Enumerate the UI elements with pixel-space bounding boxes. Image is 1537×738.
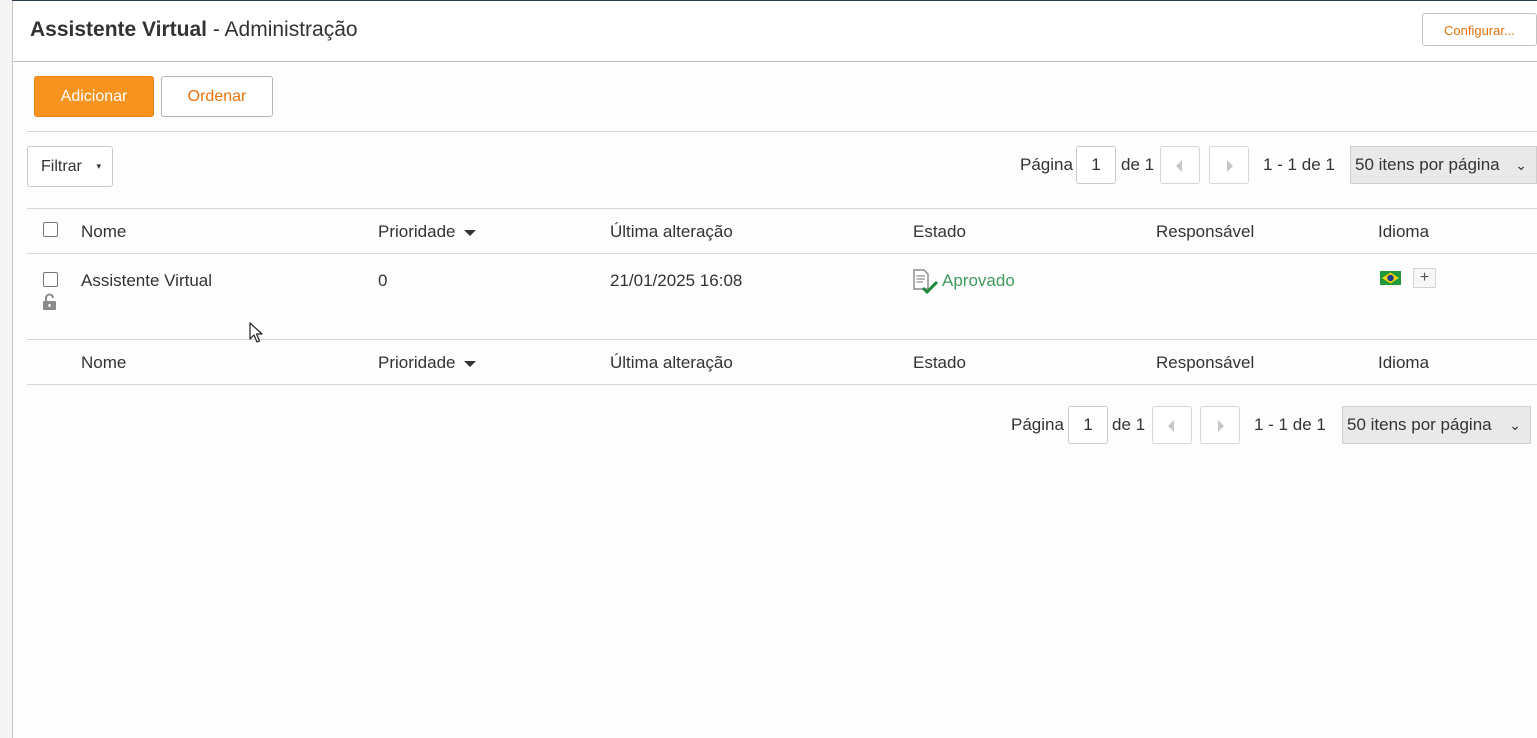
page-label: Página	[1011, 415, 1064, 434]
configure-button[interactable]: Configurar...	[1422, 13, 1537, 46]
page-title: Assistente Virtual - Administração	[30, 18, 358, 42]
table-bottom-border	[27, 384, 1537, 385]
range-label: 1 - 1 de 1	[1254, 415, 1326, 434]
footer-column-last-change[interactable]: Última alteração	[610, 353, 733, 373]
page-number-input[interactable]: 1	[1068, 406, 1108, 444]
items-per-page-value: 50 itens por página	[1347, 415, 1492, 434]
arrow-left-icon	[1176, 160, 1182, 172]
footer-column-priority[interactable]: Prioridade	[378, 353, 476, 373]
page-title-module: Assistente Virtual	[30, 18, 208, 41]
range-label: 1 - 1 de 1	[1263, 155, 1335, 174]
page-total-label: de 1	[1121, 155, 1155, 174]
footer-column-language[interactable]: Idioma	[1378, 353, 1429, 373]
left-frame-border	[0, 0, 13, 738]
footer-column-priority-label: Prioridade	[378, 353, 456, 372]
filter-label: Filtrar	[41, 158, 82, 175]
page-total-label: de 1	[1112, 415, 1146, 434]
header-bar: Assistente Virtual - Administração Confi…	[13, 1, 1537, 62]
header-row-divider	[27, 253, 1537, 254]
next-page-button[interactable]	[1200, 406, 1240, 444]
approved-document-icon	[913, 269, 939, 295]
row-select-checkbox[interactable]	[43, 272, 58, 287]
arrow-right-icon	[1218, 420, 1224, 432]
footer-column-name[interactable]: Nome	[81, 353, 126, 373]
arrow-right-icon	[1227, 160, 1233, 172]
sort-desc-icon	[463, 360, 476, 367]
column-header-last-change[interactable]: Última alteração	[610, 222, 733, 242]
toolbar-divider	[27, 131, 1537, 132]
column-header-name[interactable]: Nome	[81, 222, 126, 242]
pager-top: Página 1 de 1 1 - 1 de 1 50 itens por pá…	[1020, 146, 1537, 184]
row-last-change: 21/01/2025 16:08	[610, 271, 743, 290]
items-per-page-select[interactable]: 50 itens por página ⌄	[1342, 406, 1531, 444]
filter-dropdown[interactable]: Filtrar ▾	[27, 146, 113, 187]
table-top-border	[27, 208, 1537, 209]
chevron-down-icon: ⌄	[1515, 157, 1527, 173]
prev-page-button[interactable]	[1160, 146, 1200, 184]
unlock-icon	[43, 293, 56, 310]
select-all-checkbox[interactable]	[43, 222, 58, 237]
status-approved-label: Aprovado	[942, 271, 1015, 290]
order-button[interactable]: Ordenar	[161, 76, 273, 117]
row-name-link[interactable]: Assistente Virtual	[81, 271, 212, 291]
page-title-section: - Administração	[207, 18, 358, 41]
page-label: Página	[1020, 155, 1073, 174]
sort-desc-icon	[463, 229, 476, 236]
footer-column-responsible[interactable]: Responsável	[1156, 353, 1254, 373]
pager-bottom: Página 1 de 1 1 - 1 de 1 50 itens por pá…	[1011, 406, 1531, 444]
column-header-priority-label: Prioridade	[378, 222, 456, 241]
column-header-responsible[interactable]: Responsável	[1156, 222, 1254, 242]
items-per-page-value: 50 itens por página	[1355, 155, 1500, 174]
page-number-input[interactable]: 1	[1076, 146, 1116, 184]
arrow-left-icon	[1168, 420, 1174, 432]
brazil-flag-icon[interactable]	[1380, 271, 1401, 285]
footer-column-status[interactable]: Estado	[913, 353, 966, 373]
row-priority: 0	[378, 271, 388, 290]
add-language-button[interactable]: +	[1413, 268, 1436, 288]
column-header-language[interactable]: Idioma	[1378, 222, 1429, 242]
column-header-priority[interactable]: Prioridade	[378, 222, 476, 242]
items-per-page-select[interactable]: 50 itens por página ⌄	[1350, 146, 1537, 184]
mouse-cursor-icon	[249, 322, 263, 343]
prev-page-button[interactable]	[1152, 406, 1192, 444]
caret-down-icon: ▾	[96, 161, 101, 171]
chevron-down-icon: ⌄	[1509, 417, 1521, 433]
add-button[interactable]: Adicionar	[34, 76, 154, 117]
column-header-status[interactable]: Estado	[913, 222, 966, 242]
next-page-button[interactable]	[1209, 146, 1249, 184]
